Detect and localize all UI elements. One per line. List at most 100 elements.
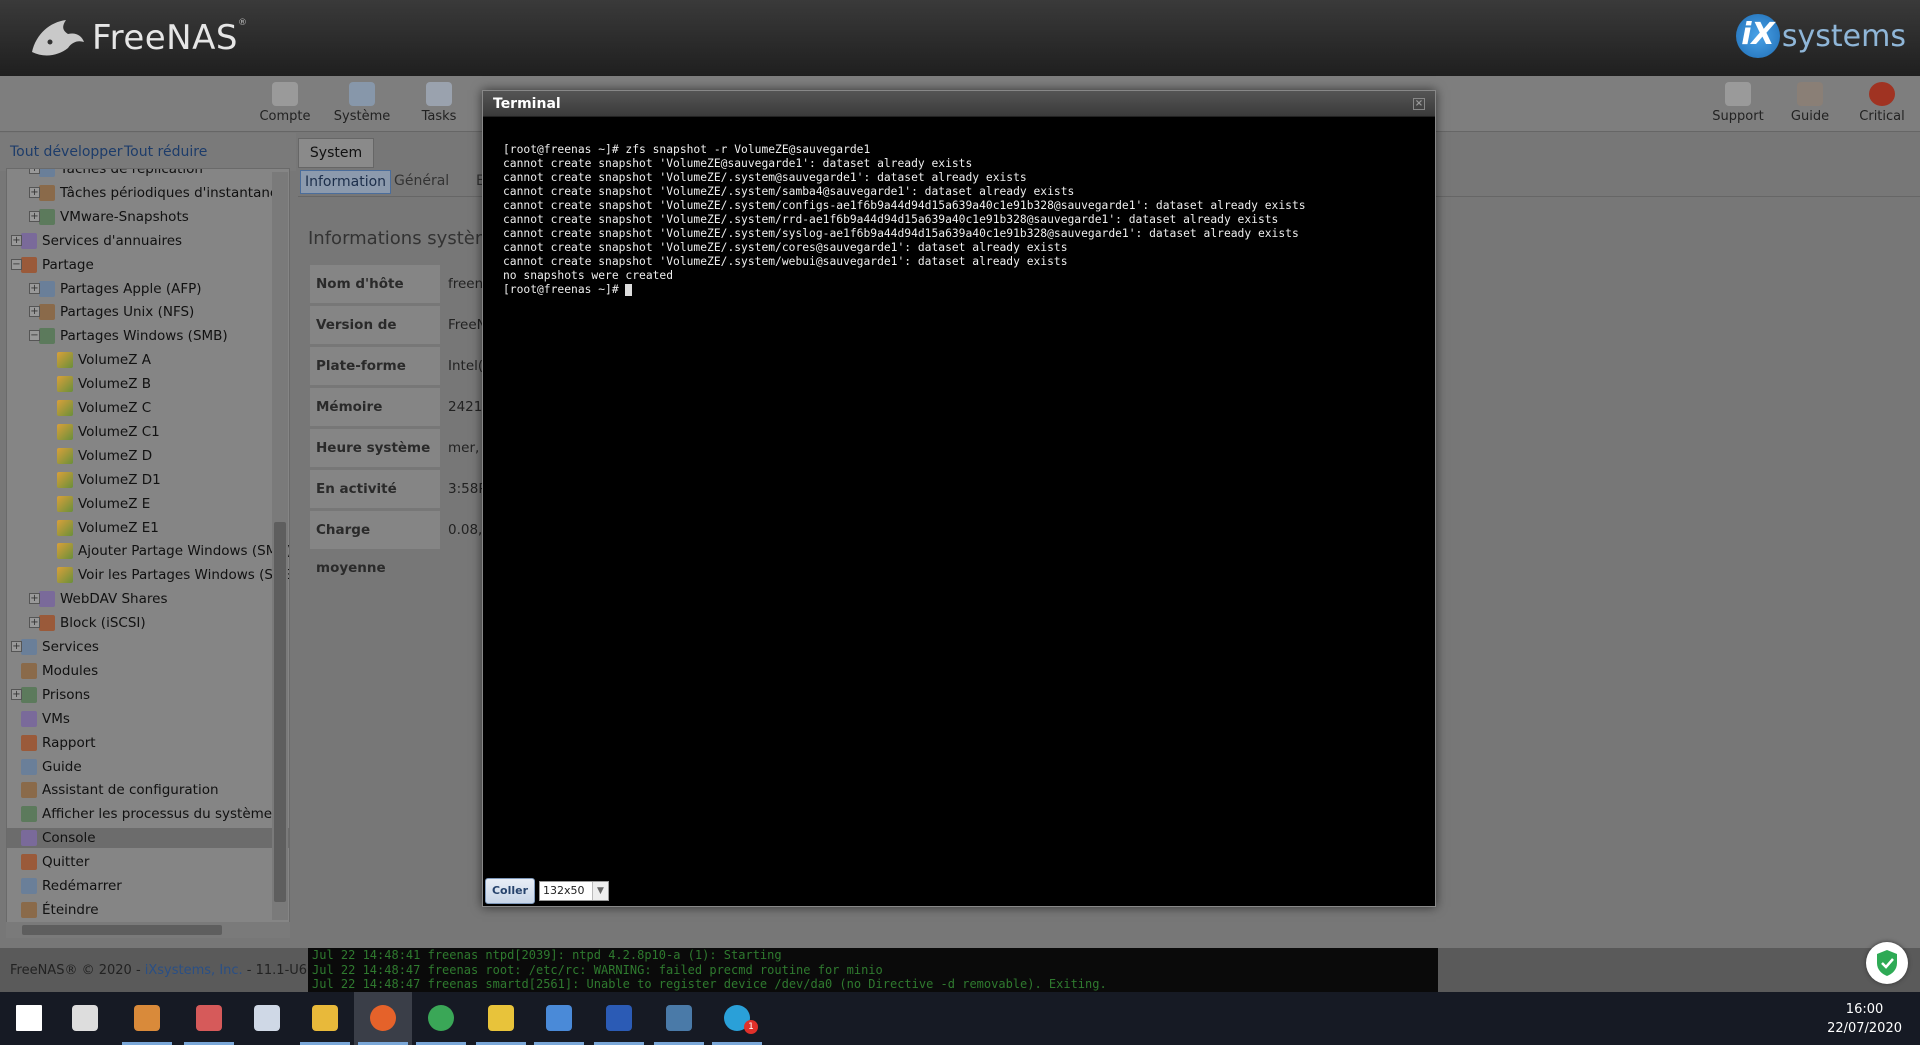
- app-icon: [134, 1005, 160, 1031]
- close-icon[interactable]: ×: [1413, 98, 1425, 110]
- taskbar-app[interactable]: [238, 992, 296, 1045]
- info-row: Heure système mer, 2: [310, 429, 510, 469]
- terminal-titlebar[interactable]: Terminal ×: [483, 91, 1435, 117]
- sidebar-item[interactable]: + Partages Unix (NFS): [7, 302, 289, 322]
- sidebar-item[interactable]: + Tâches périodiques d'instantané: [7, 183, 289, 203]
- sidebar-item[interactable]: Guide: [7, 757, 289, 777]
- security-shield-icon[interactable]: [1866, 942, 1908, 984]
- taskbar-app[interactable]: [590, 992, 648, 1045]
- terminal-line: cannot create snapshot 'VolumeZE/.system…: [503, 241, 1068, 254]
- tree-item-icon: [21, 232, 37, 249]
- subtab-information[interactable]: Information: [300, 170, 392, 194]
- sidebar-item[interactable]: + Block (iSCSI): [7, 613, 289, 633]
- sidebar-item[interactable]: + Services d'annuaires: [7, 231, 289, 251]
- sidebar-item[interactable]: VolumeZ E1: [7, 518, 289, 538]
- sidebar-item[interactable]: + WebDAV Shares: [7, 589, 289, 609]
- taskbar-app[interactable]: [650, 992, 708, 1045]
- taskbar-app[interactable]: [118, 992, 176, 1045]
- sidebar-item[interactable]: Afficher les processus du système: [7, 804, 289, 824]
- footer-copyright: FreeNAS® © 2020 - iXsystems, Inc. - 11.1…: [10, 963, 320, 978]
- firefox-icon: [370, 1005, 396, 1031]
- sidebar-item[interactable]: Quitter: [7, 852, 289, 872]
- terminal-window[interactable]: Terminal × [root@freenas ~]# zfs snapsho…: [482, 90, 1436, 907]
- taskbar-app[interactable]: 1: [708, 992, 766, 1045]
- sidebar-item[interactable]: VolumeZ A: [7, 350, 289, 370]
- taskbar-app[interactable]: [354, 992, 412, 1045]
- toolbar-tasks[interactable]: Tasks: [404, 82, 474, 124]
- taskbar-app[interactable]: [180, 992, 238, 1045]
- guide-icon: [1797, 82, 1823, 106]
- expand-icon[interactable]: +: [29, 186, 40, 198]
- sidebar-item[interactable]: + Services: [7, 637, 289, 657]
- expand-icon[interactable]: +: [29, 169, 40, 174]
- expand-icon[interactable]: +: [29, 282, 40, 294]
- terminal-size-select[interactable]: 132x50 ▼: [539, 881, 609, 901]
- sidebar-item[interactable]: VolumeZ B: [7, 374, 289, 394]
- expand-icon[interactable]: +: [11, 234, 22, 246]
- taskbar-app[interactable]: [472, 992, 530, 1045]
- collapse-all-link[interactable]: Tout réduire: [124, 144, 207, 160]
- sidebar-item[interactable]: − Partages Windows (SMB): [7, 326, 289, 346]
- tree-item-icon: [21, 878, 37, 894]
- sidebar-vertical-scrollbar[interactable]: [272, 172, 288, 920]
- sidebar-item-label: VolumeZ D: [78, 447, 153, 464]
- terminal-line: cannot create snapshot 'VolumeZE/.system…: [503, 185, 1075, 198]
- taskbar-app[interactable]: [56, 992, 114, 1045]
- sidebar-item-label: Partages Unix (NFS): [60, 304, 195, 321]
- sidebar-item[interactable]: VolumeZ D1: [7, 470, 289, 490]
- sidebar-item[interactable]: Console: [7, 828, 289, 849]
- expand-icon[interactable]: +: [29, 617, 40, 629]
- taskbar-app[interactable]: [412, 992, 470, 1045]
- tree-item-icon: [57, 423, 73, 440]
- subtab-general[interactable]: Général: [390, 170, 453, 194]
- paste-button[interactable]: Coller: [485, 878, 535, 904]
- tab-system[interactable]: System: [298, 138, 374, 168]
- toolbar-critical[interactable]: Critical: [1847, 82, 1917, 124]
- collapse-icon[interactable]: −: [29, 330, 40, 342]
- tree-item-icon: [57, 352, 73, 369]
- ixsystems-link[interactable]: iXsystems, Inc.: [145, 963, 243, 978]
- sidebar-item[interactable]: + VMware-Snapshots: [7, 207, 289, 227]
- taskbar-app[interactable]: [530, 992, 588, 1045]
- toolbar-support[interactable]: Support: [1703, 82, 1773, 124]
- sidebar-item[interactable]: VolumeZ D: [7, 446, 289, 466]
- terminal-line: cannot create snapshot 'VolumeZE/.system…: [503, 213, 1279, 226]
- sidebar-item-label: Partages Windows (SMB): [60, 328, 228, 345]
- scrollbar-thumb[interactable]: [274, 522, 286, 902]
- expand-icon[interactable]: +: [11, 641, 22, 652]
- sidebar-item[interactable]: Modules: [7, 661, 289, 681]
- system-clock[interactable]: 16:00 22/07/2020: [1827, 1000, 1902, 1038]
- toolbar-guide[interactable]: Guide: [1775, 82, 1845, 124]
- sidebar-item[interactable]: + Prisons: [7, 685, 289, 705]
- terminal-output[interactable]: [root@freenas ~]# zfs snapshot -r Volume…: [503, 143, 1306, 297]
- sidebar-horizontal-scrollbar[interactable]: [6, 922, 290, 938]
- sidebar-item[interactable]: VolumeZ E: [7, 494, 289, 514]
- sidebar-item[interactable]: Voir les Partages Windows (SMB): [7, 565, 289, 585]
- taskbar-app[interactable]: [296, 992, 354, 1045]
- sidebar-item[interactable]: + Tâches de réplication: [7, 169, 289, 179]
- expand-icon[interactable]: +: [11, 688, 22, 700]
- sidebar-item[interactable]: VolumeZ C1: [7, 422, 289, 442]
- expand-icon[interactable]: +: [29, 210, 40, 222]
- sidebar-item[interactable]: Redémarrer: [7, 876, 289, 896]
- sidebar-item[interactable]: + Partages Apple (AFP): [7, 279, 289, 299]
- sidebar-item[interactable]: VMs: [7, 709, 289, 729]
- expand-icon[interactable]: +: [29, 593, 40, 605]
- terminal-line: cannot create snapshot 'VolumeZE@sauvega…: [503, 157, 973, 170]
- sidebar-item[interactable]: − Partage: [7, 255, 289, 275]
- expand-icon[interactable]: +: [29, 306, 40, 318]
- toolbar-system[interactable]: Système: [327, 82, 397, 124]
- sidebar-item[interactable]: Éteindre: [7, 900, 289, 920]
- start-button[interactable]: [0, 992, 58, 1045]
- sidebar-item[interactable]: Rapport: [7, 733, 289, 753]
- scrollbar-thumb[interactable]: [22, 925, 222, 935]
- expand-all-link[interactable]: Tout développer: [10, 144, 123, 160]
- toolbar-account[interactable]: Compte: [250, 82, 320, 124]
- sidebar-item-label: VolumeZ C1: [78, 423, 160, 440]
- system-icon: [349, 82, 375, 106]
- sidebar-item[interactable]: VolumeZ C: [7, 398, 289, 418]
- sidebar-item[interactable]: Assistant de configuration: [7, 780, 289, 800]
- collapse-icon[interactable]: −: [11, 258, 22, 270]
- sidebar-item[interactable]: Ajouter Partage Windows (SMB): [7, 541, 289, 561]
- tree-item-icon: [21, 901, 37, 918]
